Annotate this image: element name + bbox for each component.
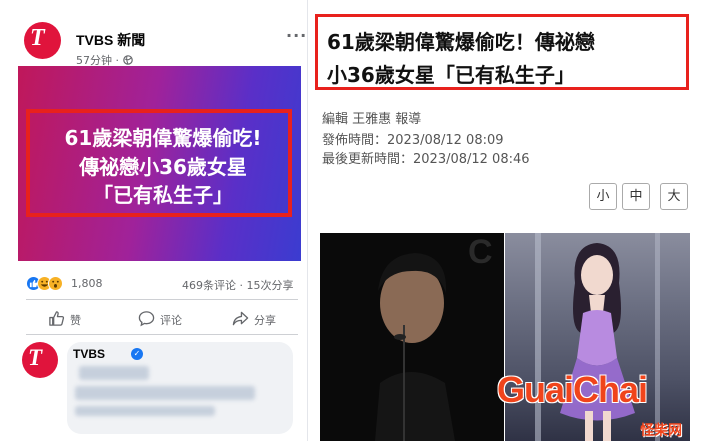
- banner-line-1: 61歲梁朝偉驚爆偷吃!: [64, 126, 262, 150]
- font-size-large-button[interactable]: 大: [660, 183, 688, 210]
- blurred-text-1: [79, 366, 149, 380]
- more-options-button[interactable]: ···: [286, 26, 307, 45]
- comments-shares-count[interactable]: 469条评论 · 15次分享: [182, 277, 293, 293]
- photo-left-man: C: [320, 233, 504, 441]
- commenter-avatar-letter: T: [28, 345, 43, 370]
- share-icon: [232, 311, 249, 326]
- wow-reaction-icon[interactable]: [48, 276, 63, 291]
- share-label: 分享: [254, 314, 276, 327]
- comment-label: 评论: [160, 314, 182, 327]
- watermark-subtext: 怪柴网: [640, 423, 682, 439]
- banner-line-3: 「已有私生子」: [93, 183, 233, 207]
- font-size-small-button[interactable]: 小: [589, 183, 617, 210]
- reaction-count[interactable]: 1,808: [71, 277, 103, 290]
- photo-left-drawing: C: [320, 233, 504, 441]
- globe-icon: [122, 55, 133, 65]
- backdrop-letter: C: [468, 233, 493, 271]
- banner-line-2: 傳祕戀小36歲女星: [79, 155, 247, 179]
- article-title-line-2: 小36歲女星「已有私生子」: [327, 63, 575, 87]
- divider-top: [26, 299, 298, 300]
- article-editor: 編輯 王雅惠 報導: [322, 112, 422, 127]
- blurred-text-2: [75, 386, 255, 400]
- comment-author[interactable]: TVBS: [73, 347, 105, 361]
- article-title-line-1: 61歲梁朝偉驚爆偷吃！傳祕戀: [327, 30, 595, 54]
- commenter-avatar[interactable]: T: [22, 342, 58, 378]
- like-label: 赞: [70, 314, 81, 327]
- update-time: 最後更新時間：2023/08/12 08:46: [322, 152, 530, 167]
- page-name[interactable]: TVBS 新聞: [76, 30, 145, 50]
- post-actions: 赞 评论 分享: [26, 309, 298, 329]
- title-highlight-box: 61歲梁朝偉驚爆偷吃！傳祕戀 小36歲女星「已有私生子」: [315, 14, 689, 90]
- verified-badge-icon: ✓: [131, 348, 143, 360]
- comment-bubble[interactable]: TVBS ✓: [67, 342, 293, 434]
- watermark-logo: GuaiChai: [497, 369, 648, 410]
- comment-icon: [138, 311, 155, 327]
- tvbs-avatar[interactable]: T: [24, 22, 61, 59]
- thumbs-up-icon: [49, 311, 65, 326]
- post-image-banner[interactable]: 61歲梁朝偉驚爆偷吃! 傳祕戀小36歲女星 「已有私生子」: [18, 66, 301, 261]
- publish-time: 發佈時間：2023/08/12 08:09: [322, 133, 504, 148]
- font-size-medium-button[interactable]: 中: [622, 183, 650, 210]
- avatar-letter: T: [30, 25, 45, 51]
- reactions-bar: 1,808 469条评论 · 15次分享: [26, 276, 298, 292]
- post-header: T TVBS 新聞 57分钟 · ···: [14, 12, 306, 67]
- facebook-post: T TVBS 新聞 57分钟 · ··· 61歲梁朝偉驚爆偷吃! 傳祕戀小36歲…: [0, 0, 308, 441]
- headline-highlight-box: 61歲梁朝偉驚爆偷吃! 傳祕戀小36歲女星 「已有私生子」: [26, 109, 292, 217]
- divider-bottom: [26, 334, 298, 335]
- blurred-text-3: [75, 406, 215, 416]
